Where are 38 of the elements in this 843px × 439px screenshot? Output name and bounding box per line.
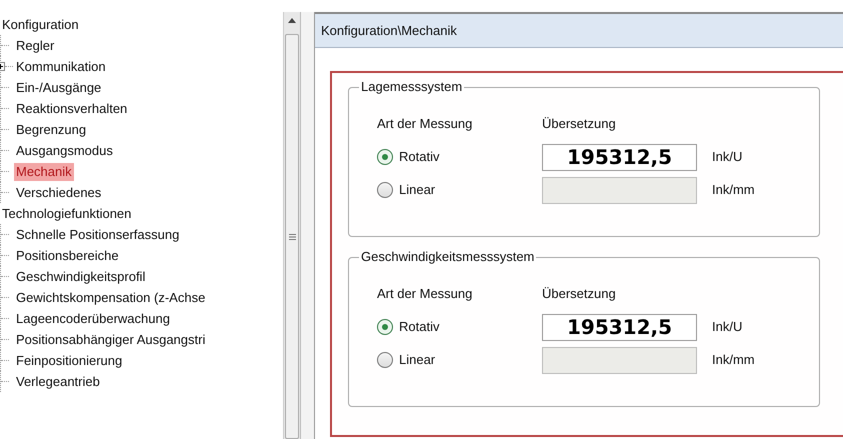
tree-item[interactable]: Ausgangsmodus <box>14 142 115 160</box>
tree-item[interactable]: Verschiedenes <box>14 184 104 202</box>
input-field[interactable]: 195312,5 <box>542 144 697 170</box>
group-title: Geschwindigkeitsmesssystem <box>359 249 536 265</box>
column-label: Übersetzung <box>542 285 616 304</box>
unit-label: Ink/U <box>712 318 742 336</box>
tree-item[interactable]: Regler <box>14 36 56 54</box>
tree-item[interactable]: Verlegeantrieb <box>14 372 102 390</box>
tree-item[interactable]: Technologiefunktionen <box>0 204 134 222</box>
input-field[interactable]: 195312,5 <box>542 314 697 340</box>
tree-item[interactable]: Begrenzung <box>14 120 88 138</box>
radio-button[interactable] <box>377 149 393 165</box>
scroll-up-icon[interactable] <box>288 18 296 23</box>
tree-item[interactable]: Geschwindigkeitsprofil <box>14 268 148 286</box>
column-label: Übersetzung <box>542 115 616 134</box>
column-label: Art der Messung <box>377 115 472 134</box>
column-label: Art der Messung <box>377 285 472 304</box>
tree-item[interactable]: Positionsbereiche <box>14 246 121 264</box>
unit-label: Ink/mm <box>712 351 755 370</box>
tree-item[interactable]: Reaktionsverhalten <box>14 100 130 118</box>
radio-button[interactable] <box>377 319 393 335</box>
unit-label: Ink/mm <box>712 181 755 200</box>
tree-item[interactable]: Positionsabhängiger Ausgangstri <box>14 330 208 348</box>
tree-item[interactable]: Feinpositionierung <box>14 352 124 370</box>
tree-item[interactable]: Konfiguration <box>0 16 81 34</box>
tree-item[interactable]: Schnelle Positionserfassung <box>14 226 182 244</box>
grip-icon <box>288 234 296 240</box>
tree-item[interactable]: Ein-/Ausgänge <box>14 78 104 96</box>
scrollbar[interactable] <box>283 12 300 439</box>
tree-item[interactable]: Gewichtskompensation (z-Achse <box>14 288 208 306</box>
radio-label[interactable]: Rotativ <box>399 317 440 337</box>
tree-item[interactable]: Lageencoderüberwachung <box>14 310 172 328</box>
panel-title: Konfiguration\Mechanik <box>321 22 457 40</box>
tree-item[interactable]: Mechanik <box>14 162 74 180</box>
unit-label: Ink/U <box>712 148 742 166</box>
tree-item[interactable]: Kommunikation <box>14 58 108 76</box>
radio-label[interactable]: Rotativ <box>399 147 440 167</box>
group-title: Lagemesssystem <box>359 79 464 95</box>
